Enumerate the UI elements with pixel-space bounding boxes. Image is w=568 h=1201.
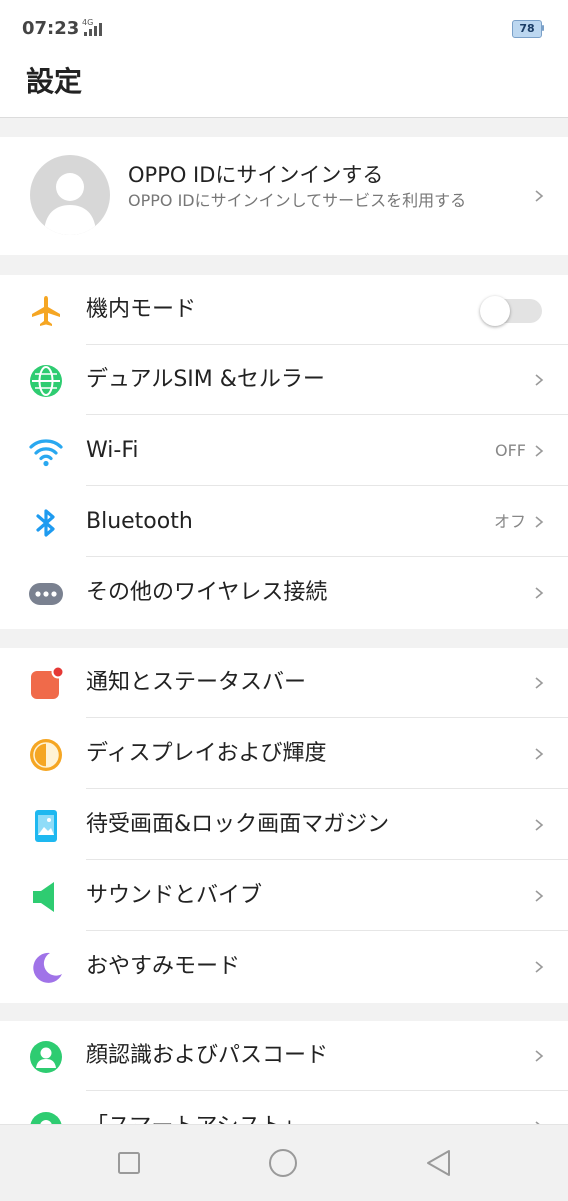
speaker-icon — [33, 882, 54, 912]
airplane-mode-label: 機内モード — [86, 297, 197, 322]
settings-row-other-wireless[interactable]: その他のワイヤレス接続 — [0, 558, 568, 628]
account-signin-row[interactable]: OPPO IDにサインインする OPPO IDにサインインしてサービスを利用する — [0, 137, 568, 255]
chevron-right-icon — [535, 890, 544, 902]
globe-icon — [30, 365, 62, 397]
recent-apps-icon[interactable] — [113, 1147, 145, 1179]
face-passcode-label: 顔認識およびパスコード — [86, 1043, 329, 1068]
settings-row-wallpaper[interactable]: 待受画面&ロック画面マガジン — [0, 790, 568, 860]
brightness-icon — [30, 739, 62, 771]
moon-icon — [33, 952, 62, 983]
chevron-right-icon — [535, 961, 544, 973]
settings-row-wifi[interactable]: Wi-Fi OFF — [0, 416, 568, 486]
page-title: 設定 — [26, 65, 83, 98]
dual-sim-label: デュアルSIM &セルラー — [86, 367, 325, 392]
battery-icon: 78 — [512, 20, 542, 38]
wifi-icon — [29, 439, 63, 467]
other-wireless-label: その他のワイヤレス接続 — [86, 580, 328, 605]
chevron-right-icon — [535, 445, 544, 457]
display-label: ディスプレイおよび輝度 — [86, 741, 327, 766]
wifi-label: Wi-Fi — [86, 438, 139, 463]
account-title: OPPO IDにサインインする — [128, 163, 384, 187]
signal-icon: 4G — [76, 18, 106, 38]
battery-tip — [542, 25, 544, 31]
settings-row-bluetooth[interactable]: Bluetooth オフ — [0, 487, 568, 557]
toggle-knob — [480, 296, 510, 326]
do-not-disturb-label: おやすみモード — [86, 954, 241, 979]
chevron-right-icon — [535, 1050, 544, 1062]
chevron-right-icon — [535, 374, 544, 386]
navigation-bar — [0, 1124, 568, 1201]
notifications-label: 通知とステータスバー — [86, 670, 307, 695]
notification-icon — [31, 666, 64, 699]
chevron-right-icon — [535, 748, 544, 760]
account-subtitle: OPPO IDにサインインしてサービスを利用する — [128, 191, 467, 210]
status-time: 07:23 — [22, 18, 80, 39]
section-gap — [0, 255, 568, 275]
status-bar: 07:23 4G 78 — [0, 0, 568, 58]
home-icon[interactable] — [267, 1147, 299, 1179]
avatar — [30, 155, 110, 235]
network-type: 4G — [82, 18, 94, 27]
chevron-right-icon — [535, 587, 544, 599]
chevron-right-icon — [535, 819, 544, 831]
face-id-icon — [30, 1041, 62, 1073]
settings-row-sound[interactable]: サウンドとバイブ — [0, 861, 568, 931]
airplane-icon — [32, 296, 60, 326]
back-icon[interactable] — [422, 1147, 454, 1179]
settings-row-notifications[interactable]: 通知とステータスバー — [0, 648, 568, 718]
airplane-mode-toggle[interactable] — [480, 296, 542, 326]
chevron-right-icon — [535, 677, 544, 689]
chevron-right-icon — [535, 516, 544, 528]
more-dots-icon — [29, 583, 63, 605]
section-gap — [0, 629, 568, 648]
bluetooth-label: Bluetooth — [86, 509, 193, 534]
wallpaper-icon — [35, 810, 57, 842]
settings-row-do-not-disturb[interactable]: おやすみモード — [0, 932, 568, 1002]
bluetooth-status: オフ — [493, 512, 526, 531]
wallpaper-label: 待受画面&ロック画面マガジン — [86, 812, 390, 837]
section-gap — [0, 118, 568, 137]
person-icon — [44, 173, 96, 235]
settings-row-airplane-mode[interactable]: 機内モード — [0, 275, 568, 345]
chevron-right-icon — [535, 190, 544, 202]
settings-row-face-passcode[interactable]: 顔認識およびパスコード — [0, 1021, 568, 1091]
sound-label: サウンドとバイブ — [86, 883, 263, 908]
settings-row-dual-sim[interactable]: デュアルSIM &セルラー — [0, 345, 568, 415]
settings-row-display[interactable]: ディスプレイおよび輝度 — [0, 719, 568, 789]
wifi-status: OFF — [495, 441, 526, 460]
section-gap — [0, 1003, 568, 1021]
bluetooth-icon — [36, 509, 55, 537]
